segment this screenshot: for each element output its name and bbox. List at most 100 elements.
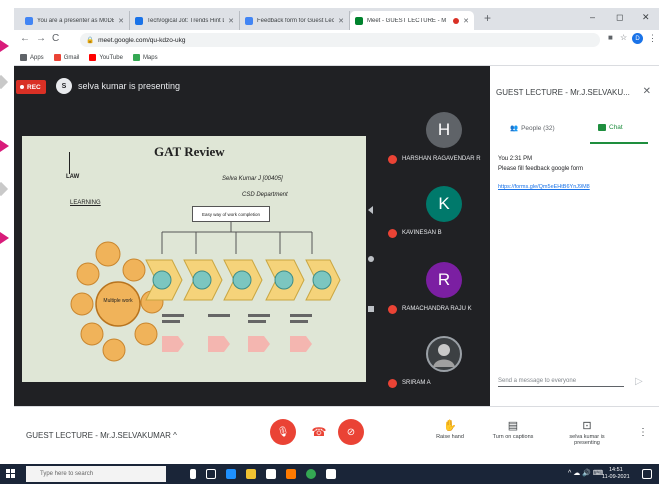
hang-up-icon: ☎ <box>311 425 327 439</box>
maps-icon <box>132 54 140 61</box>
mic-muted-icon <box>388 229 397 238</box>
menu-icon[interactable]: ⋮ <box>648 33 657 44</box>
address-bar[interactable]: 🔒 meet.google.com/qu-kdzo-ukg <box>80 33 600 47</box>
participant-name: KAVINESAN B <box>402 230 442 236</box>
participant-tile[interactable]: H HARSHAN RAGAVENDAR R <box>382 106 490 174</box>
bookmark-label: YouTube <box>99 54 123 61</box>
file-explorer-icon[interactable] <box>246 469 256 479</box>
recording-badge: REC <box>16 80 46 94</box>
tab-trends[interactable]: Tech/ogical Jot: Trends Hint D ✕ <box>130 11 240 30</box>
bookmarks-bar: Apps Gmail YouTube Maps <box>14 50 659 66</box>
meet-icon <box>355 16 363 25</box>
person-photo-icon <box>433 344 455 367</box>
pointer-arrow-icon <box>0 40 9 52</box>
bookmark-gmail[interactable]: Gmail <box>53 54 79 61</box>
camera-indicator-icon[interactable]: ■ <box>608 33 613 42</box>
participant-name: RAMACHANDRA RAJU K <box>402 306 472 312</box>
task-view-icon[interactable] <box>206 469 216 479</box>
stage-side-controls <box>366 110 380 406</box>
youtube-icon <box>89 54 97 61</box>
close-tab-icon[interactable]: ✕ <box>228 17 234 25</box>
tab-chat[interactable]: Chat <box>598 124 623 131</box>
taskbar-clock[interactable]: 14:51 11-09-2021 <box>602 467 630 481</box>
new-tab-button[interactable]: + <box>484 11 491 25</box>
reload-icon[interactable]: C <box>52 33 59 44</box>
participant-photo-avatar <box>426 336 462 372</box>
maximize-button[interactable]: ◻ <box>616 12 623 23</box>
tab-label: Feedback form for Guest Lecture <box>257 17 335 24</box>
hang-up-button[interactable]: ☎ <box>306 419 332 445</box>
tab-label: Meet - GUEST LECTURE - M <box>367 17 447 24</box>
participant-name: HARSHAN RAGAVENDAR R <box>402 156 481 162</box>
docs-icon <box>25 16 33 25</box>
site-icon <box>135 16 143 25</box>
tab-chat-label: Chat <box>609 124 623 131</box>
bookmark-apps[interactable]: Apps <box>20 54 44 61</box>
more-options-button[interactable]: ⋮ <box>638 427 648 438</box>
close-tab-icon[interactable]: ✕ <box>118 17 124 25</box>
participant-tile[interactable]: R RAMACHANDRA RAJU K <box>382 256 490 324</box>
tab-presenter[interactable]: You are a presenter as M0DE1E ✕ <box>20 11 130 30</box>
clock-date: 11-09-2021 <box>602 474 630 480</box>
pin-dot-icon[interactable] <box>368 256 374 262</box>
participant-name: SRIRAM A <box>402 380 431 386</box>
meeting-details[interactable]: GUEST LECTURE - Mr.J.SELVAKUMAR ^ <box>26 431 177 440</box>
slide-notes <box>162 314 312 323</box>
tab-feedback-form[interactable]: Feedback form for Guest Lecture ✕ <box>240 11 350 30</box>
mic-toggle-button[interactable]: 🎙 <box>270 419 296 445</box>
bookmark-maps[interactable]: Maps <box>132 54 158 61</box>
collapse-arrow-icon[interactable] <box>368 206 373 214</box>
chrome-icon[interactable] <box>306 469 316 479</box>
tab-strip: You are a presenter as M0DE1E ✕ Tech/ogi… <box>14 8 659 30</box>
minimize-button[interactable]: – <box>590 12 595 22</box>
shared-slide: LAW LEARNING GAT Review Selva Kumar J [0… <box>22 136 366 382</box>
notification-icon[interactable] <box>642 469 652 479</box>
notepad-icon[interactable] <box>326 469 336 479</box>
bookmark-label: Apps <box>30 54 44 61</box>
slide-diagram: Multiple work <box>70 222 341 362</box>
tab-people[interactable]: 👥 People (32) <box>510 124 555 133</box>
raise-hand-button[interactable]: ✋ Raise hand <box>430 419 470 440</box>
people-icon: 👥 <box>510 125 519 132</box>
participant-avatar: H <box>426 112 462 148</box>
message-link[interactable]: https://forms.gle/Qm5eEHtB6YnJ9M8 <box>498 184 590 190</box>
window-close-button[interactable]: ✕ <box>642 12 650 23</box>
mic-muted-icon <box>388 379 397 388</box>
edge-icon[interactable] <box>226 469 236 479</box>
rec-label: REC <box>27 83 41 91</box>
store-icon[interactable] <box>266 469 276 479</box>
firefox-icon[interactable] <box>286 469 296 479</box>
forward-icon[interactable]: → <box>36 33 46 44</box>
presenting-button[interactable]: ⊡ selva kumar is presenting <box>564 419 610 446</box>
back-icon[interactable]: ← <box>20 33 30 44</box>
bracket-lines <box>161 222 313 254</box>
close-tab-icon[interactable]: ✕ <box>338 17 344 25</box>
side-panel: GUEST LECTURE - Mr.J.SELVAKU... ✕ 👥 Peopl… <box>490 66 659 406</box>
layout-square-icon[interactable] <box>368 306 374 312</box>
system-tray[interactable]: ^ ☁ 🔊 ⌨ <box>568 469 603 477</box>
active-tab-indicator <box>590 142 648 144</box>
windows-start-icon[interactable] <box>6 469 16 479</box>
bookmark-youtube[interactable]: YouTube <box>89 54 123 61</box>
participant-avatar: R <box>426 262 462 298</box>
search-placeholder: Type here to search <box>40 471 94 477</box>
camera-toggle-button[interactable]: ⊘ <box>338 419 364 445</box>
captions-button[interactable]: ▤ Turn on captions <box>488 419 538 440</box>
participant-tile[interactable]: K KAVINESAN B <box>382 180 490 248</box>
close-tab-icon[interactable]: ✕ <box>463 17 469 25</box>
send-button[interactable]: ▷ <box>635 376 643 387</box>
participant-tile[interactable]: SRIRAM A <box>382 330 490 398</box>
gmail-icon <box>53 54 61 61</box>
tab-meet[interactable]: Meet - GUEST LECTURE - M ✕ <box>350 11 474 30</box>
captions-icon: ▤ <box>507 420 519 432</box>
tab-people-label: People (32) <box>521 124 555 132</box>
cortana-icon[interactable] <box>190 469 196 479</box>
chat-input[interactable]: Send a message to everyone <box>498 378 624 387</box>
meeting-controls-bar: GUEST LECTURE - Mr.J.SELVAKUMAR ^ 🎙 ☎ ⊘ … <box>14 406 659 464</box>
recording-dot-icon <box>453 17 460 24</box>
taskbar-search[interactable]: Type here to search <box>26 466 166 482</box>
close-panel-button[interactable]: ✕ <box>643 86 651 97</box>
profile-avatar[interactable]: D <box>632 33 643 44</box>
star-icon[interactable]: ☆ <box>620 33 627 42</box>
camera-off-icon: ⊘ <box>346 426 356 438</box>
